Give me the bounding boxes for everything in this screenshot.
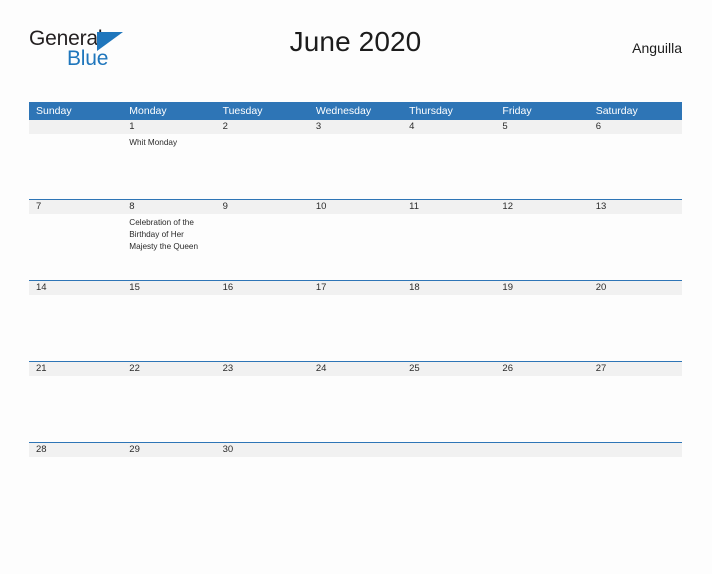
day-cell[interactable]	[589, 457, 682, 523]
day-cell[interactable]	[216, 457, 309, 523]
day-cell[interactable]	[216, 295, 309, 361]
day-number[interactable]	[495, 443, 588, 457]
day-number[interactable]: 22	[122, 362, 215, 376]
day-number[interactable]: 28	[29, 443, 122, 457]
day-number[interactable]	[309, 443, 402, 457]
day-cell[interactable]	[122, 376, 215, 442]
day-number[interactable]: 17	[309, 281, 402, 295]
day-cell[interactable]	[122, 457, 215, 523]
weekday-header-wednesday: Wednesday	[315, 105, 372, 117]
day-cell[interactable]	[589, 134, 682, 200]
calendar-week-row: 21 22 23 24 25 26 27	[29, 361, 682, 442]
page-title: June 2020	[289, 26, 422, 57]
weekday-header-thursday: Thursday	[409, 105, 453, 117]
week-date-band: 14 15 16 17 18 19 20	[29, 280, 682, 295]
calendar-week-row: 1 2 3 4 5 6 Whit Monday	[29, 120, 682, 199]
day-number[interactable]: 24	[309, 362, 402, 376]
day-cell[interactable]	[29, 295, 122, 361]
calendar-weekday-header: Sunday Monday Tuesday Wednesday Thursday…	[29, 102, 682, 120]
day-cell[interactable]	[309, 376, 402, 442]
day-number[interactable]: 7	[29, 200, 122, 214]
day-number[interactable]: 21	[29, 362, 122, 376]
day-cell[interactable]	[495, 134, 588, 200]
week-event-band	[29, 295, 682, 361]
day-number[interactable]: 4	[402, 120, 495, 134]
region-label: Anguilla	[632, 40, 682, 56]
week-event-band: Celebration of the Birthday of Her Majes…	[29, 214, 682, 280]
day-event-text: Whit Monday	[129, 138, 178, 147]
day-cell[interactable]	[495, 295, 588, 361]
day-cell[interactable]	[216, 134, 309, 200]
day-number[interactable]: 19	[495, 281, 588, 295]
day-number[interactable]: 8	[122, 200, 215, 214]
day-number[interactable]: 30	[216, 443, 309, 457]
day-cell[interactable]	[122, 295, 215, 361]
day-cell[interactable]	[495, 376, 588, 442]
day-cell[interactable]	[309, 214, 402, 280]
day-cell[interactable]	[495, 457, 588, 523]
weekday-header-saturday: Saturday	[595, 105, 638, 117]
day-number[interactable]: 25	[402, 362, 495, 376]
day-cell[interactable]	[402, 376, 495, 442]
week-date-band: 7 8 9 10 11 12 13	[29, 199, 682, 214]
day-cell[interactable]	[402, 295, 495, 361]
day-number[interactable]: 27	[589, 362, 682, 376]
page-header: General Blue June 2020 Anguilla	[29, 24, 682, 72]
day-cell[interactable]	[309, 295, 402, 361]
day-cell[interactable]	[402, 457, 495, 523]
day-cell[interactable]	[589, 214, 682, 280]
day-number[interactable]: 15	[122, 281, 215, 295]
calendar-week-row: 7 8 9 10 11 12 13 Celebration of the Bir…	[29, 199, 682, 280]
day-number[interactable]: 5	[495, 120, 588, 134]
day-cell[interactable]	[589, 295, 682, 361]
weekday-header-friday: Friday	[502, 105, 532, 117]
day-number[interactable]: 26	[495, 362, 588, 376]
day-cell[interactable]	[495, 214, 588, 280]
day-event-text: Celebration of the Birthday of Her Majes…	[129, 218, 199, 252]
day-cell[interactable]	[29, 457, 122, 523]
calendar-week-row: 14 15 16 17 18 19 20	[29, 280, 682, 361]
week-event-band: Whit Monday	[29, 134, 682, 200]
day-number[interactable]: 29	[122, 443, 215, 457]
day-number[interactable]: 3	[309, 120, 402, 134]
day-number[interactable]: 9	[216, 200, 309, 214]
day-number[interactable]: 6	[589, 120, 682, 134]
day-number[interactable]: 13	[589, 200, 682, 214]
weekday-header-sunday: Sunday	[36, 105, 72, 117]
day-cell[interactable]: Celebration of the Birthday of Her Majes…	[122, 214, 215, 280]
day-cell[interactable]	[402, 214, 495, 280]
day-number[interactable]	[402, 443, 495, 457]
day-number[interactable]: 12	[495, 200, 588, 214]
weekday-header-monday: Monday	[129, 105, 167, 117]
calendar-table: Sunday Monday Tuesday Wednesday Thursday…	[29, 102, 682, 523]
day-cell[interactable]	[309, 134, 402, 200]
week-date-band: 21 22 23 24 25 26 27	[29, 361, 682, 376]
day-number[interactable]: 11	[402, 200, 495, 214]
day-cell[interactable]	[29, 376, 122, 442]
day-number[interactable]	[589, 443, 682, 457]
day-cell[interactable]	[29, 134, 122, 200]
day-number[interactable]: 16	[216, 281, 309, 295]
day-cell[interactable]	[309, 457, 402, 523]
day-cell[interactable]: Whit Monday	[122, 134, 215, 200]
day-number[interactable]: 2	[216, 120, 309, 134]
day-number[interactable]: 20	[589, 281, 682, 295]
day-cell[interactable]	[216, 376, 309, 442]
day-cell[interactable]	[402, 134, 495, 200]
day-cell[interactable]	[29, 214, 122, 280]
week-event-band	[29, 457, 682, 523]
weekday-header-tuesday: Tuesday	[222, 105, 263, 117]
day-number[interactable]: 1	[122, 120, 215, 134]
day-cell[interactable]	[216, 214, 309, 280]
day-number[interactable]	[29, 120, 122, 134]
calendar-week-row: 28 29 30	[29, 442, 682, 523]
day-number[interactable]: 18	[402, 281, 495, 295]
week-date-band: 28 29 30	[29, 442, 682, 457]
day-number[interactable]: 10	[309, 200, 402, 214]
day-number[interactable]: 23	[216, 362, 309, 376]
day-number[interactable]: 14	[29, 281, 122, 295]
day-cell[interactable]	[589, 376, 682, 442]
week-date-band: 1 2 3 4 5 6	[29, 120, 682, 134]
week-event-band	[29, 376, 682, 442]
